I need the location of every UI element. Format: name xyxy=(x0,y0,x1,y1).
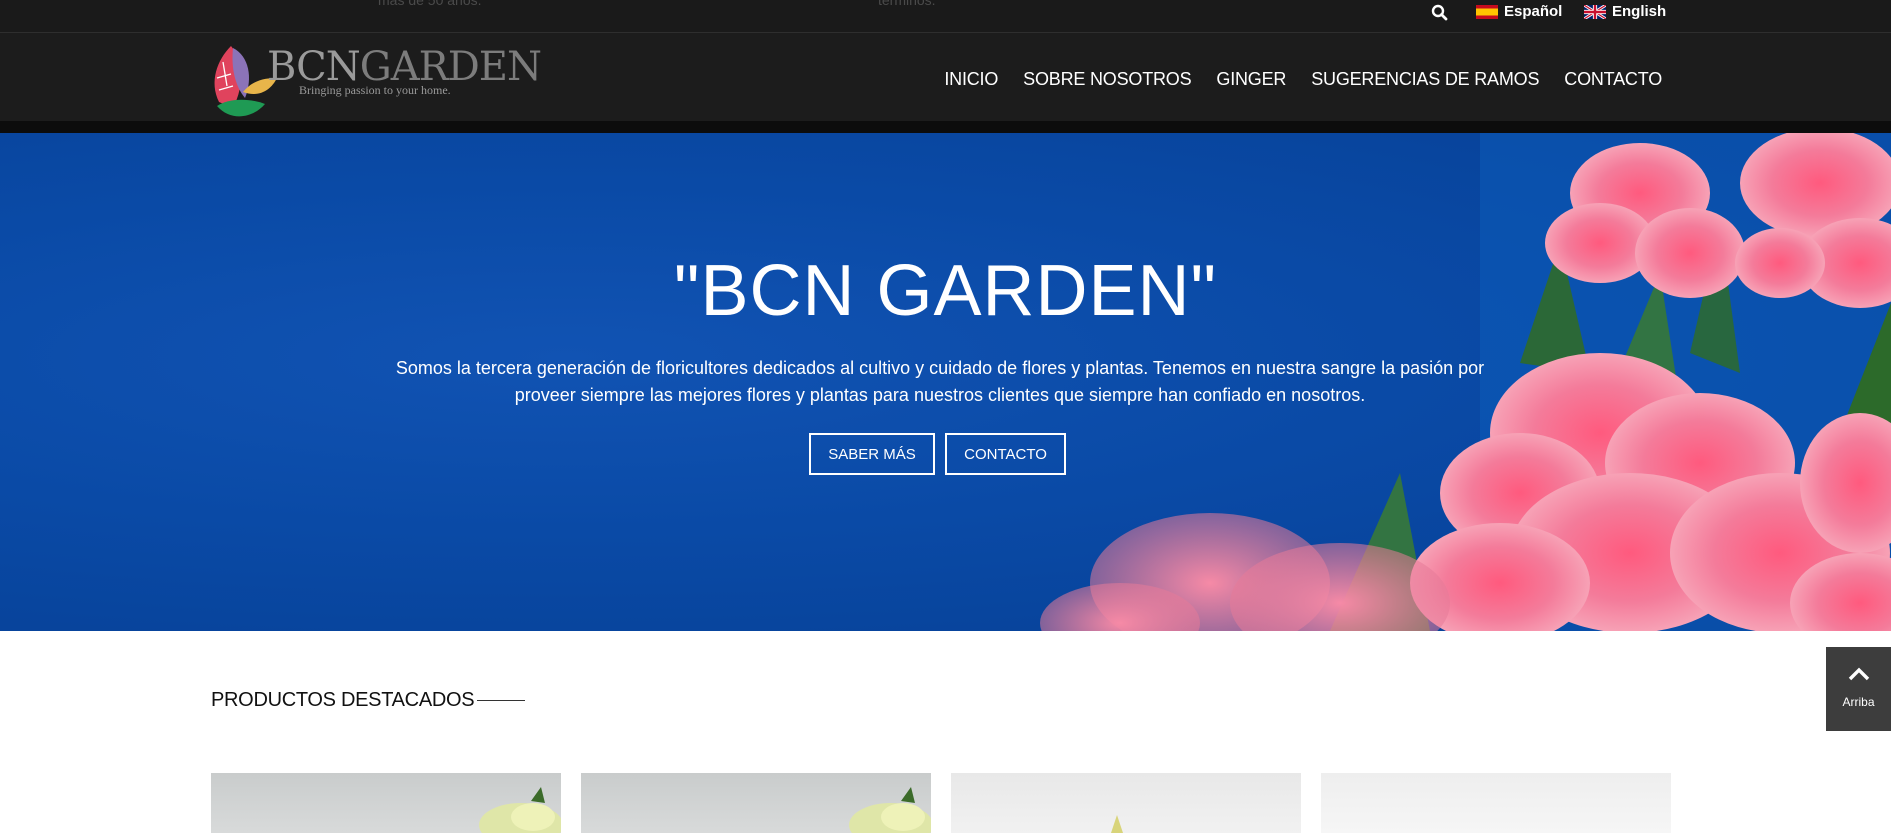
ghost-text-right: términos. xyxy=(878,0,936,8)
section-title-rule xyxy=(477,700,525,701)
uk-flag-icon xyxy=(1583,3,1607,20)
hero-description: Somos la tercera generación de floricult… xyxy=(395,358,1485,405)
language-english-link[interactable]: English xyxy=(1583,3,1667,20)
language-english-label: English xyxy=(1612,3,1667,20)
product-card[interactable] xyxy=(211,773,561,833)
language-spanish-label: Español xyxy=(1504,3,1563,20)
product-image xyxy=(479,787,561,833)
language-spanish-link[interactable]: Español xyxy=(1476,3,1562,20)
spain-flag-icon xyxy=(1476,4,1498,19)
nav-item-sobre-nosotros[interactable]: SOBRE NOSOTROS xyxy=(1023,69,1191,90)
product-image xyxy=(849,787,931,833)
back-to-top-label: Arriba xyxy=(1842,695,1875,709)
chevron-up-icon xyxy=(1848,667,1870,681)
site-logo[interactable]: BCNGARDEN Bringing passion to your home. xyxy=(209,42,542,122)
nav-item-inicio[interactable]: INICIO xyxy=(944,69,998,90)
header-divider xyxy=(0,121,1891,133)
top-utility-bar: más de 50 años. términos. Español Englis… xyxy=(0,0,1891,33)
hero-banner: "BCN GARDEN" Somos la tercera generación… xyxy=(0,133,1891,631)
featured-products-title: PRODUCTOS DESTACADOS xyxy=(211,689,475,711)
search-icon[interactable] xyxy=(1430,3,1450,23)
product-image xyxy=(1111,815,1123,833)
saber-mas-button[interactable]: SABER MÁS xyxy=(809,433,935,475)
main-navigation: INICIO SOBRE NOSOTROS GINGER SUGERENCIAS… xyxy=(944,69,1662,90)
nav-item-ginger[interactable]: GINGER xyxy=(1216,69,1286,90)
back-to-top-button[interactable]: Arriba xyxy=(1826,647,1891,731)
product-card[interactable] xyxy=(1321,773,1671,833)
nav-item-contacto[interactable]: CONTACTO xyxy=(1564,69,1662,90)
hero-title: "BCN GARDEN" xyxy=(673,251,1218,331)
nav-item-sugerencias-de-ramos[interactable]: SUGERENCIAS DE RAMOS xyxy=(1311,69,1539,90)
logo-tagline: Bringing passion to your home. xyxy=(299,83,451,97)
ghost-text-left: más de 50 años. xyxy=(378,0,482,8)
product-card[interactable] xyxy=(951,773,1301,833)
product-card[interactable] xyxy=(581,773,931,833)
contacto-button[interactable]: CONTACTO xyxy=(945,433,1066,475)
